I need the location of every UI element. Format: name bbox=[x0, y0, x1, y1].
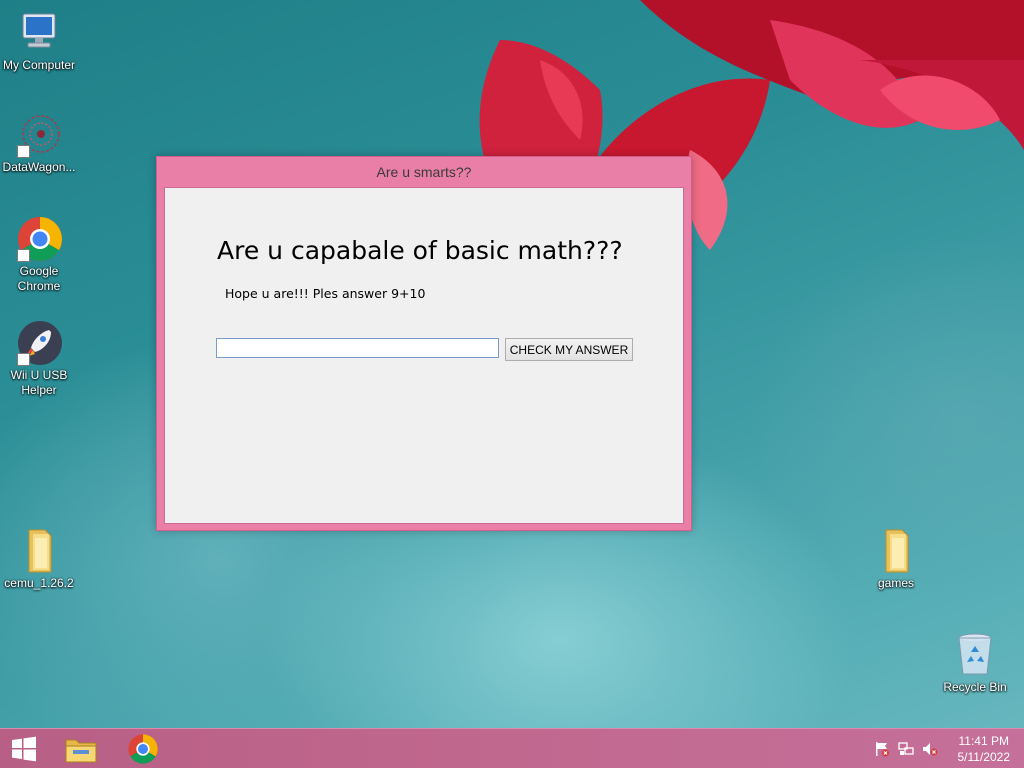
desktop-icon-label: My Computer bbox=[2, 58, 76, 72]
taskbar-clock[interactable]: 11:41 PM 5/11/2022 bbox=[958, 733, 1011, 765]
answer-input[interactable] bbox=[216, 338, 499, 358]
desktop-icon-label: games bbox=[877, 576, 915, 590]
windows-start-icon bbox=[12, 736, 36, 762]
action-center-flag-icon[interactable] bbox=[874, 741, 890, 757]
volume-muted-icon[interactable] bbox=[922, 741, 938, 757]
taskbar-file-explorer[interactable] bbox=[56, 729, 106, 768]
desktop-icon-datawagon[interactable]: DataWagon... bbox=[0, 110, 79, 175]
desktop-icon-cemu-folder[interactable]: cemu_1.26.2 bbox=[0, 526, 79, 591]
desktop-icon-recycle-bin[interactable]: Recycle Bin bbox=[935, 630, 1015, 695]
desktop-icon-label: DataWagon... bbox=[2, 160, 76, 174]
clock-time: 11:41 PM bbox=[958, 734, 1009, 748]
folder-icon bbox=[15, 526, 63, 574]
start-button[interactable] bbox=[0, 729, 48, 768]
rocket-icon bbox=[15, 318, 63, 366]
desktop-icon-label: cemu_1.26.2 bbox=[4, 576, 74, 590]
chrome-icon bbox=[128, 734, 158, 764]
datawagon-icon bbox=[15, 110, 63, 158]
folder-icon bbox=[872, 526, 920, 574]
app-window: Are u smarts?? Are u capabale of basic m… bbox=[156, 156, 692, 531]
chrome-icon bbox=[15, 214, 63, 262]
desktop-icon-games-folder[interactable]: games bbox=[856, 526, 936, 591]
computer-icon bbox=[15, 8, 63, 56]
taskbar-chrome[interactable] bbox=[118, 729, 168, 768]
shortcut-arrow-icon bbox=[17, 249, 30, 262]
desktop-icon-label: Recycle Bin bbox=[943, 680, 1007, 694]
desktop-icon-google-chrome[interactable]: Google Chrome bbox=[0, 214, 79, 294]
question-subheading: Hope u are!!! Ples answer 9+10 bbox=[225, 286, 426, 301]
desktop: My Computer DataWagon... Google Chrome W… bbox=[0, 0, 1024, 768]
shortcut-arrow-icon bbox=[17, 145, 30, 158]
question-heading: Are u capabale of basic math??? bbox=[217, 236, 623, 265]
desktop-icon-wii-u-usb-helper[interactable]: Wii U USB Helper bbox=[0, 318, 79, 398]
recycle-bin-icon bbox=[951, 630, 999, 678]
desktop-icon-my-computer[interactable]: My Computer bbox=[0, 8, 79, 73]
window-client-area: Are u capabale of basic math??? Hope u a… bbox=[164, 187, 684, 524]
shortcut-arrow-icon bbox=[17, 353, 30, 366]
desktop-icon-label: Wii U USB Helper bbox=[10, 368, 68, 397]
desktop-icon-label: Google Chrome bbox=[17, 264, 61, 293]
taskbar: 11:41 PM 5/11/2022 bbox=[0, 728, 1024, 768]
clock-date: 5/11/2022 bbox=[957, 750, 1011, 764]
network-icon[interactable] bbox=[898, 741, 914, 757]
window-title[interactable]: Are u smarts?? bbox=[157, 157, 691, 187]
check-answer-button[interactable]: CHECK MY ANSWER bbox=[505, 338, 633, 361]
file-explorer-icon bbox=[65, 739, 97, 763]
